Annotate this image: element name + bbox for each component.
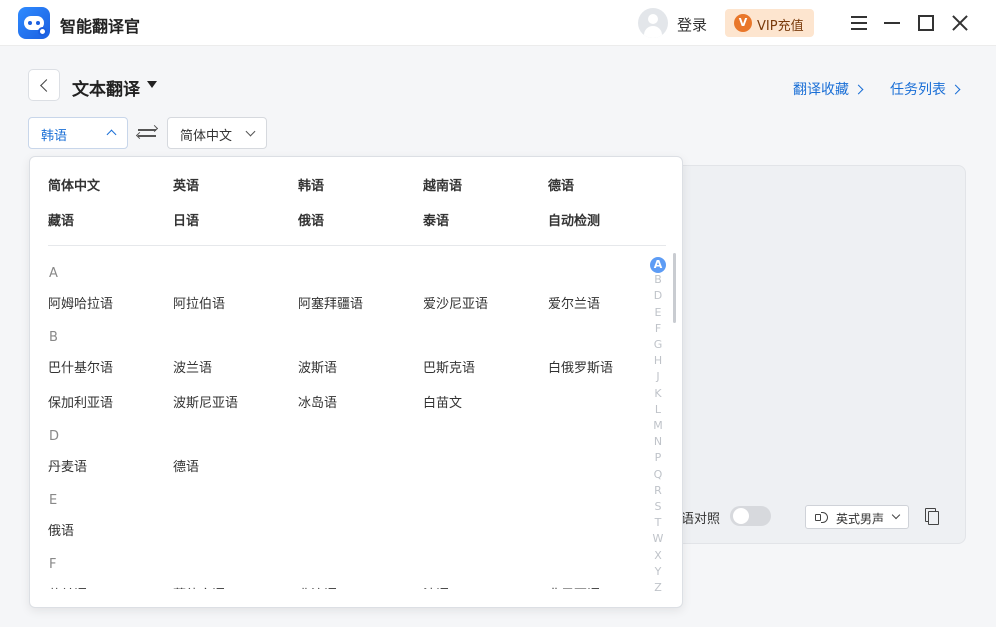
chevron-up-icon <box>106 129 117 140</box>
common-language-item[interactable]: 越南语 <box>423 175 462 194</box>
app-logo-icon <box>18 7 50 39</box>
vip-label: VIP充值 <box>757 19 804 34</box>
alphabet-index-e[interactable]: E <box>648 306 668 319</box>
task-list-link[interactable]: 任务列表 <box>890 79 961 99</box>
language-item[interactable]: 巴什基尔语 <box>48 357 113 376</box>
login-link[interactable]: 登录 <box>677 14 707 35</box>
title-bar: 智能翻译官 登录 V VIP充值 <box>0 0 996 46</box>
group-letter-a: A <box>49 266 58 281</box>
alphabet-index-x[interactable]: X <box>648 549 668 562</box>
voice-select[interactable]: 英式男声 <box>805 505 909 529</box>
language-item[interactable]: 德语 <box>173 456 199 475</box>
chevron-right-icon <box>853 84 864 95</box>
alphabet-index-n[interactable]: N <box>648 435 668 448</box>
language-item[interactable]: 阿拉伯语 <box>173 293 225 312</box>
language-item[interactable]: 阿姆哈拉语 <box>48 293 113 312</box>
common-language-item[interactable]: 简体中文 <box>48 175 100 194</box>
swap-icon[interactable] <box>135 124 159 142</box>
page-title[interactable]: 文本翻译 <box>72 75 140 100</box>
alphabet-index-q[interactable]: Q <box>648 468 668 481</box>
alphabet-index-d[interactable]: D <box>648 289 668 302</box>
group-letter-e: E <box>49 493 58 508</box>
language-item[interactable]: 爱沙尼亚语 <box>423 293 488 312</box>
task-list-label: 任务列表 <box>890 82 946 98</box>
source-language-value: 韩语 <box>41 129 68 144</box>
caret-down-icon[interactable] <box>147 81 157 88</box>
language-item[interactable]: 波斯语 <box>298 357 337 376</box>
alphabet-index-l[interactable]: L <box>648 403 668 416</box>
language-item[interactable]: 波兰语 <box>173 357 212 376</box>
app-title: 智能翻译官 <box>60 17 141 36</box>
target-language-select[interactable]: 简体中文 <box>167 117 267 149</box>
close-icon[interactable] <box>949 12 971 34</box>
common-language-item[interactable]: 英语 <box>173 175 199 194</box>
language-item[interactable]: 阿塞拜疆语 <box>298 293 363 312</box>
common-language-item[interactable]: 自动检测 <box>548 210 600 229</box>
chevron-right-icon <box>950 84 961 95</box>
alphabet-index-f[interactable]: F <box>648 322 668 335</box>
language-list[interactable]: A 阿姆哈拉语 阿拉伯语 阿塞拜疆语 爱沙尼亚语 爱尔兰语 B 巴什基尔语 波兰语 波斯语 巴斯克语… <box>30 257 670 589</box>
language-item[interactable]: 弗里西语 <box>548 584 600 589</box>
minimize-icon[interactable] <box>881 12 903 34</box>
copy-icon[interactable] <box>925 508 939 525</box>
maximize-icon[interactable] <box>915 12 937 34</box>
alphabet-index-j[interactable]: J <box>648 370 668 383</box>
common-language-item[interactable]: 藏语 <box>48 210 74 229</box>
language-item[interactable]: 冰岛语 <box>298 392 337 411</box>
alphabet-index-z[interactable]: Z <box>648 581 668 594</box>
common-language-item[interactable]: 德语 <box>548 175 574 194</box>
alphabet-index-b[interactable]: B <box>648 273 668 286</box>
speaker-icon <box>815 511 829 524</box>
group-letter-f: F <box>49 557 57 572</box>
bilingual-toggle[interactable] <box>730 506 771 526</box>
common-language-item[interactable]: 泰语 <box>423 210 449 229</box>
alphabet-index-y[interactable]: Y <box>648 565 668 578</box>
language-item[interactable]: 菲律宾语 <box>173 584 225 589</box>
favorites-label: 翻译收藏 <box>793 82 849 98</box>
language-item[interactable]: 爱尔兰语 <box>548 293 600 312</box>
alphabet-index-h[interactable]: H <box>648 354 668 367</box>
language-item[interactable]: 芬兰语 <box>48 584 87 589</box>
alphabet-index-a[interactable]: A <box>650 257 666 273</box>
vip-recharge-button[interactable]: V VIP充值 <box>725 9 814 37</box>
language-dropdown: 简体中文 英语 韩语 越南语 德语 藏语 日语 俄语 泰语 自动检测 A 阿姆哈拉语 阿拉伯语 阿塞拜疆… <box>29 156 683 608</box>
alphabet-index-g[interactable]: G <box>648 338 668 351</box>
bilingual-label: 语对照 <box>681 512 721 527</box>
source-language-select[interactable]: 韩语 <box>28 117 128 149</box>
chevron-down-icon <box>245 126 256 137</box>
menu-icon[interactable] <box>848 12 870 34</box>
language-item[interactable]: 斐济语 <box>298 584 337 589</box>
target-language-value: 简体中文 <box>180 129 233 144</box>
language-item[interactable]: 巴斯克语 <box>423 357 475 376</box>
avatar-icon[interactable] <box>638 8 668 38</box>
divider <box>48 245 666 246</box>
favorites-link[interactable]: 翻译收藏 <box>793 79 864 99</box>
language-item[interactable]: 丹麦语 <box>48 456 87 475</box>
common-language-item[interactable]: 韩语 <box>298 175 324 194</box>
group-letter-d: D <box>49 429 60 444</box>
voice-value: 英式男声 <box>836 512 885 526</box>
back-button[interactable] <box>28 69 60 101</box>
language-item[interactable]: 俄语 <box>48 520 74 539</box>
language-item[interactable]: 法语 <box>423 584 449 589</box>
language-item[interactable]: 保加利亚语 <box>48 392 113 411</box>
alphabet-index-m[interactable]: M <box>648 419 668 432</box>
vip-icon: V <box>734 14 752 32</box>
alphabet-index-r[interactable]: R <box>648 484 668 497</box>
chevron-down-icon <box>891 510 901 520</box>
back-icon <box>40 79 53 92</box>
common-language-item[interactable]: 俄语 <box>298 210 324 229</box>
alphabet-index-w[interactable]: W <box>648 532 668 545</box>
language-item[interactable]: 白俄罗斯语 <box>548 357 613 376</box>
alphabet-index-k[interactable]: K <box>648 387 668 400</box>
group-letter-b: B <box>49 330 58 345</box>
scrollbar[interactable] <box>673 253 676 323</box>
alphabet-index-p[interactable]: P <box>648 451 668 464</box>
alphabet-index-t[interactable]: T <box>648 516 668 529</box>
common-language-item[interactable]: 日语 <box>173 210 199 229</box>
language-item[interactable]: 波斯尼亚语 <box>173 392 238 411</box>
language-item[interactable]: 白苗文 <box>423 392 462 411</box>
alphabet-index-s[interactable]: S <box>648 500 668 513</box>
